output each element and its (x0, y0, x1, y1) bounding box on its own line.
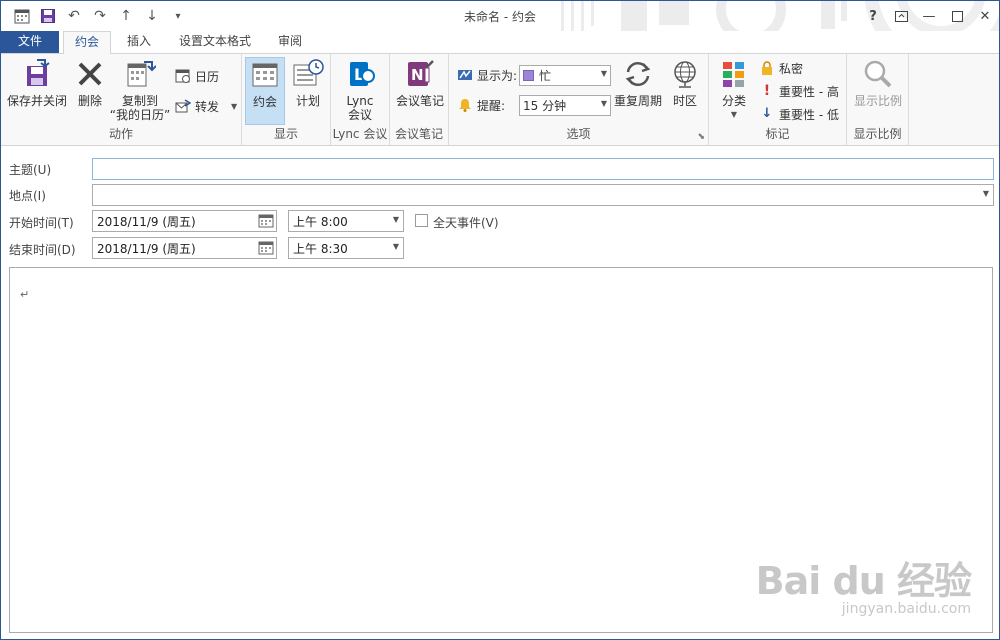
close-icon[interactable]: ✕ (971, 1, 999, 31)
busy-swatch (523, 70, 534, 81)
zoom-button[interactable]: 显示比例 (850, 58, 906, 108)
exclamation-icon: ! (763, 83, 771, 99)
ribbon: 保存并关闭 删除 复制到 “我的日历” 日历 转发 ▼ 动作 约会 计划 显示 … (1, 53, 999, 146)
high-importance-button[interactable]: ! 重要性 - 高 (759, 81, 839, 101)
arrow-down-icon: ↓ (761, 106, 773, 121)
save-close-button[interactable]: 保存并关闭 (5, 58, 69, 108)
copy-calendar-icon (127, 61, 156, 87)
help-button[interactable]: ? (859, 1, 887, 31)
calendar-picker-icon[interactable] (258, 213, 274, 229)
copy-to-my-calendar-button[interactable]: 复制到 “我的日历” (109, 58, 171, 122)
subject-input[interactable] (92, 158, 994, 180)
chevron-down-icon: ▼ (392, 242, 399, 251)
all-day-label: 全天事件(V) (433, 216, 499, 230)
lync-meeting-button[interactable]: L Lync 会议 (340, 58, 380, 122)
schedule-view-button[interactable]: 计划 (288, 58, 328, 108)
location-label: 地点(I) (9, 189, 46, 203)
forward-button[interactable]: 转发 ▼ (175, 96, 237, 116)
low-importance-button[interactable]: ↓ 重要性 - 低 (759, 104, 839, 124)
group-label-meeting-notes: 会议笔记 (394, 127, 443, 141)
end-time-label: 结束时间(D) (9, 243, 76, 257)
calendar-small-icon (175, 69, 190, 83)
start-time-select[interactable]: 上午 8:00 ▼ (288, 210, 404, 232)
appointment-form: 主题(U) 地点(I) ▼ 开始时间(T) 2018/11/9 (周五) 上午 … (1, 147, 999, 267)
recurrence-button[interactable]: 重复周期 (613, 58, 663, 108)
categorize-dropdown-icon: ▼ (730, 110, 738, 119)
private-button[interactable]: 私密 (759, 58, 803, 78)
group-options: 显示为: 忙 ▼ 提醒: 15 分钟 ▼ 重复周期 时区 选项 ⬊ (449, 54, 709, 145)
group-label-tags: 标记 (765, 127, 790, 141)
chevron-down-icon: ▼ (600, 69, 607, 78)
show-as-label: 显示为: (457, 65, 517, 85)
recurrence-icon (625, 62, 651, 86)
calendar-picker-icon[interactable] (258, 240, 274, 256)
window-controls: ? — ✕ (859, 1, 999, 31)
start-time-label: 开始时间(T) (9, 216, 74, 230)
tab-appointment[interactable]: 约会 (63, 31, 111, 54)
tab-insert[interactable]: 插入 (115, 31, 163, 53)
categorize-icon (723, 62, 744, 87)
tab-format-text[interactable]: 设置文本格式 (169, 31, 261, 53)
location-dropdown-icon[interactable]: ▼ (983, 189, 989, 198)
globe-icon (674, 61, 696, 88)
window-title: 未命名 - 约会 (464, 10, 536, 24)
appointment-view-button[interactable]: 约会 (245, 57, 285, 125)
ribbon-display-options-icon[interactable] (887, 1, 915, 31)
group-label-options: 选项 (566, 127, 591, 141)
minimize-icon[interactable]: — (915, 1, 943, 31)
time-zones-button[interactable]: 时区 (665, 58, 705, 108)
appointment-view-icon (252, 63, 278, 87)
start-date-input[interactable]: 2018/11/9 (周五) (92, 210, 277, 232)
options-dialog-launcher-icon[interactable]: ⬊ (697, 132, 705, 142)
chevron-down-icon: ▼ (392, 215, 399, 224)
magnifier-icon (864, 60, 892, 88)
watermark-logo: Bai du 经验 (755, 559, 972, 603)
all-day-checkbox[interactable] (415, 214, 428, 227)
meeting-notes-button[interactable]: N 会议笔记 (394, 58, 446, 108)
chevron-down-icon: ▼ (600, 99, 607, 108)
ribbon-tabs: 文件 约会 插入 设置文本格式 审阅 (1, 31, 999, 54)
title-bar: ↶ ↷ ↑ ↓ ▾ 未命名 - 约会 ? — ✕ (1, 1, 999, 61)
forward-dropdown-icon[interactable]: ▼ (231, 102, 237, 111)
baidu-watermark: Bai du 经验 jingyan.baidu.com (755, 550, 972, 617)
group-tags: 分类 ▼ 私密 ! 重要性 - 高 ↓ 重要性 - 低 标记 (709, 54, 847, 145)
tab-review[interactable]: 审阅 (269, 31, 311, 53)
group-label-zoom: 显示比例 (853, 127, 902, 141)
appointment-window: ↶ ↷ ↑ ↓ ▾ 未命名 - 约会 ? — ✕ 文件 约会 插入 设置文本格式… (0, 0, 1000, 640)
paragraph-mark: ↵ (20, 288, 30, 301)
reminder-select[interactable]: 15 分钟 ▼ (519, 95, 611, 116)
group-label-lync: Lync 会议 (332, 127, 388, 141)
schedule-view-icon (293, 59, 324, 86)
group-lync: L Lync 会议 Lync 会议 (331, 54, 390, 145)
lync-icon: L (350, 62, 375, 86)
maximize-icon[interactable] (943, 1, 971, 31)
bell-icon (459, 99, 471, 112)
svg-text:N: N (411, 66, 424, 84)
group-zoom: 显示比例 显示比例 (847, 54, 909, 145)
group-meeting-notes: N 会议笔记 会议笔记 (390, 54, 449, 145)
delete-button[interactable]: 删除 (71, 58, 109, 108)
show-as-icon (458, 70, 472, 80)
end-time-select[interactable]: 上午 8:30 ▼ (288, 237, 404, 259)
reminder-label: 提醒: (457, 95, 505, 115)
location-input[interactable]: ▼ (92, 184, 994, 206)
delete-icon (78, 62, 102, 86)
forward-icon (175, 99, 191, 113)
group-actions: 保存并关闭 删除 复制到 “我的日历” 日历 转发 ▼ 动作 (1, 54, 242, 145)
save-close-icon (27, 59, 50, 86)
lock-icon (762, 61, 772, 75)
calendar-button[interactable]: 日历 (175, 66, 219, 86)
group-label-show: 显示 (273, 127, 298, 141)
group-show: 约会 计划 显示 (242, 54, 331, 145)
tab-file[interactable]: 文件 (1, 31, 59, 53)
categorize-button[interactable]: 分类 ▼ (713, 58, 755, 122)
end-date-input[interactable]: 2018/11/9 (周五) (92, 237, 277, 259)
subject-label: 主题(U) (9, 163, 52, 177)
show-as-select[interactable]: 忙 ▼ (519, 65, 611, 86)
group-label-actions: 动作 (108, 127, 133, 141)
onenote-icon: N (408, 60, 434, 86)
